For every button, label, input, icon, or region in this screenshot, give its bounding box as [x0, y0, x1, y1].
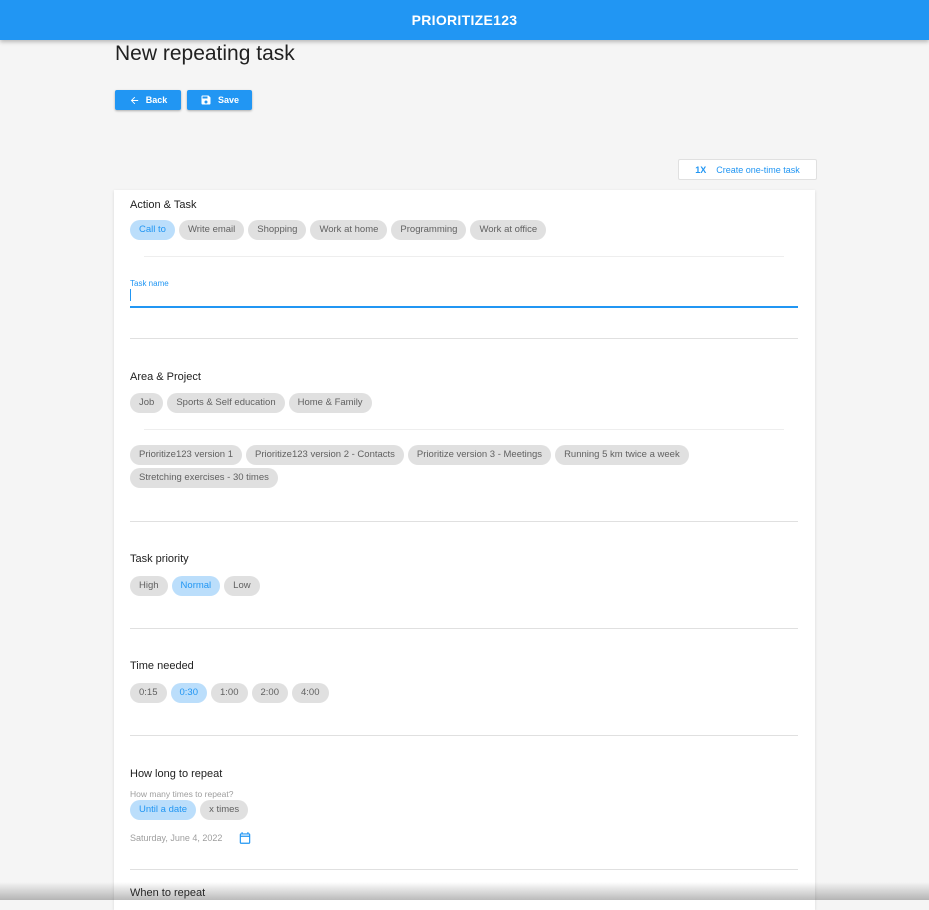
one-time-badge: 1X — [695, 164, 707, 175]
project-chips: Prioritize123 version 1 Prioritize123 ve… — [130, 445, 730, 488]
chip-programming[interactable]: Programming — [391, 220, 467, 240]
area-chips: Job Sports & Self education Home & Famil… — [130, 393, 372, 413]
save-button[interactable]: Save — [187, 90, 252, 110]
chip-project-5[interactable]: Stretching exercises - 30 times — [130, 468, 278, 488]
save-label: Save — [217, 95, 240, 105]
repeat-until-date[interactable]: Saturday, June 4, 2022 — [130, 833, 222, 843]
chip-work-at-office[interactable]: Work at office — [470, 220, 547, 240]
app-title: PRIORITIZE123 — [411, 12, 518, 28]
action-task-title: Action & Task — [130, 199, 197, 211]
action-chips: Call to Write email Shopping Work at hom… — [130, 220, 547, 240]
divider — [144, 256, 784, 257]
priority-chips: High Normal Low — [130, 576, 260, 596]
text-caret — [130, 289, 131, 301]
create-one-time-task-button[interactable]: 1X Create one-time task — [678, 159, 817, 180]
back-label: Back — [145, 95, 168, 105]
chip-home-family[interactable]: Home & Family — [288, 393, 372, 413]
when-to-repeat-title: When to repeat — [130, 887, 206, 899]
page-title: New repeating task — [115, 42, 295, 65]
task-priority-title: Task priority — [130, 553, 189, 565]
chip-0-15[interactable]: 0:15 — [130, 683, 167, 703]
how-long-title: How long to repeat — [130, 768, 223, 780]
chip-1-00[interactable]: 1:00 — [211, 683, 248, 703]
chip-4-00[interactable]: 4:00 — [292, 683, 329, 703]
chip-project-1[interactable]: Prioritize123 version 1 — [130, 445, 242, 465]
chip-high[interactable]: High — [130, 576, 168, 596]
back-button[interactable]: Back — [115, 90, 181, 110]
app-bar: PRIORITIZE123 — [0, 0, 929, 40]
divider — [130, 628, 798, 629]
calendar-icon[interactable] — [238, 831, 252, 850]
chip-shopping[interactable]: Shopping — [248, 220, 307, 240]
divider — [130, 869, 798, 870]
repeat-chips: Until a date x times — [130, 800, 249, 820]
divider — [130, 338, 798, 339]
divider — [130, 521, 798, 522]
chip-x-times[interactable]: x times — [200, 800, 249, 820]
chip-job[interactable]: Job — [130, 393, 164, 413]
arrow-left-icon — [129, 95, 140, 106]
time-needed-title: Time needed — [130, 660, 194, 672]
floppy-disk-icon — [200, 94, 212, 106]
chip-0-30[interactable]: 0:30 — [170, 683, 207, 703]
task-name-input[interactable] — [130, 288, 798, 308]
chip-2-00[interactable]: 2:00 — [251, 683, 288, 703]
divider — [130, 735, 798, 736]
area-project-title: Area & Project — [130, 371, 201, 383]
time-chips: 0:15 0:30 1:00 2:00 4:00 — [130, 683, 329, 703]
task-form-card: Action & Task Call to Write email Shoppi… — [114, 190, 815, 910]
chip-project-2[interactable]: Prioritize123 version 2 - Contacts — [246, 445, 404, 465]
chip-until-a-date[interactable]: Until a date — [130, 800, 197, 820]
chip-low[interactable]: Low — [224, 576, 260, 596]
chip-normal[interactable]: Normal — [171, 576, 221, 596]
chip-sports-self-education[interactable]: Sports & Self education — [167, 393, 285, 413]
chip-project-3[interactable]: Prioritize version 3 - Meetings — [407, 445, 552, 465]
repeat-sublabel: How many times to repeat? — [130, 789, 234, 799]
chip-work-at-home[interactable]: Work at home — [310, 220, 388, 240]
create-one-time-task-label: Create one-time task — [716, 164, 800, 175]
task-name-label: Task name — [130, 279, 169, 288]
chip-call-to[interactable]: Call to — [130, 220, 175, 240]
divider — [144, 429, 784, 430]
chip-write-email[interactable]: Write email — [178, 220, 245, 240]
chip-project-4[interactable]: Running 5 km twice a week — [555, 445, 689, 465]
